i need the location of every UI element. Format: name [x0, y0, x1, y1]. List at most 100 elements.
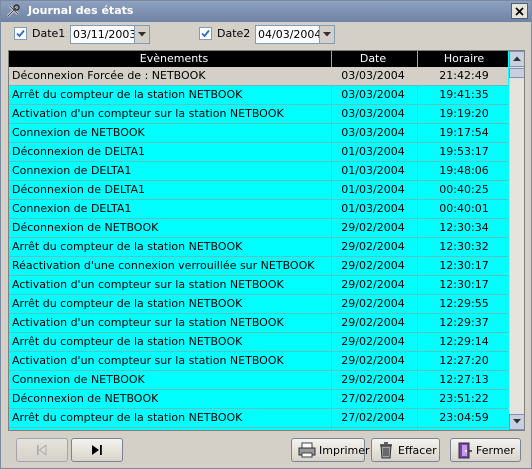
event-cell: Activation d'un compteur sur la station …	[12, 107, 284, 120]
table-row[interactable]: Connexion de NETBOOK 03/03/2004 19:17:54	[9, 124, 508, 143]
skip-last-icon	[92, 445, 102, 455]
event-cell: Déconnexion de NETBOOK	[12, 392, 159, 405]
column-header-date[interactable]: Date	[333, 52, 413, 65]
table-row[interactable]: Déconnexion de NETBOOK 27/02/2004 23:51:22	[9, 390, 508, 409]
date2-checkbox[interactable]	[199, 27, 212, 40]
event-cell: Activation d'un compteur sur la station …	[12, 354, 284, 367]
date-cell: 01/03/2004	[341, 183, 405, 196]
time-cell: 00:40:25	[439, 183, 489, 196]
date-cell: 01/03/2004	[341, 145, 405, 158]
time-cell: 12:29:14	[439, 335, 489, 348]
date-cell: 29/02/2004	[341, 297, 405, 310]
table-row[interactable]: Réactivation d'une connexion verrouillée…	[9, 257, 508, 276]
date-cell: 03/03/2004	[341, 126, 405, 139]
date-cell: 27/02/2004	[341, 411, 405, 424]
table-row[interactable]: Déconnexion de DELTA1 01/03/2004 00:40:25	[9, 181, 508, 200]
table-row[interactable]: Déconnexion Forcée de : NETBOOK 03/03/200…	[9, 67, 508, 86]
table-row[interactable]: Arrêt du compteur de la station NETBOOK 2…	[9, 333, 508, 352]
table-row[interactable]: Connexion de DELTA1 01/03/2004 19:48:06	[9, 162, 508, 181]
event-cell: Déconnexion de DELTA1	[12, 183, 145, 196]
time-cell: 19:53:17	[439, 145, 489, 158]
chevron-down-icon	[138, 32, 146, 37]
time-cell: 00:40:01	[439, 202, 489, 215]
event-cell: Activation d'un compteur sur la station …	[12, 316, 284, 329]
date-cell: 01/03/2004	[341, 164, 405, 177]
column-header-time[interactable]: Horaire	[424, 52, 504, 65]
table-row[interactable]: Connexion de DELTA1 01/03/2004 00:40:01	[9, 200, 508, 219]
skip-first-icon	[37, 445, 47, 455]
table-row[interactable]: Arrêt du compteur de la station NETBOOK 2…	[9, 238, 508, 257]
first-record-button[interactable]	[16, 438, 68, 462]
time-cell: 12:27:13	[439, 373, 489, 386]
time-cell: 23:51:22	[439, 392, 489, 405]
table-row[interactable]: Arrêt du compteur de la station NETBOOK 0…	[9, 86, 508, 105]
table-row[interactable]: Activation d'un compteur sur la station …	[9, 276, 508, 295]
last-record-button[interactable]	[71, 438, 123, 462]
event-cell: Arrêt du compteur de la station NETBOOK	[12, 335, 243, 348]
table-header: Evènements Date Horaire	[9, 51, 508, 67]
date-cell: 29/02/2004	[341, 221, 405, 234]
check-icon	[201, 29, 210, 38]
date2-picker[interactable]: 04/03/2004	[255, 25, 335, 44]
table-row[interactable]: Activation d'un compteur sur la station …	[9, 314, 508, 333]
printer-icon	[298, 442, 316, 458]
date1-label: Date1	[32, 27, 66, 40]
event-cell: Réactivation d'une connexion verrouillée…	[12, 259, 315, 272]
journal-window: Journal des états Date1 03/11/2003 Date2…	[0, 0, 532, 469]
table-row[interactable]: Connexion de NETBOOK 29/02/2004 12:27:13	[9, 371, 508, 390]
date1-dropdown-button[interactable]	[134, 26, 149, 43]
time-cell: 21:42:49	[439, 69, 489, 82]
time-cell: 12:30:17	[439, 278, 489, 291]
time-cell: 12:29:55	[439, 297, 489, 310]
title-bar: Journal des états	[1, 1, 531, 22]
table-row[interactable]: Déconnexion de DELTA1 01/03/2004 19:53:17	[9, 143, 508, 162]
event-cell: Activation d'un compteur sur la station …	[12, 278, 284, 291]
event-cell: Arrêt du compteur de la station NETBOOK	[12, 411, 243, 424]
date2-dropdown-button[interactable]	[319, 26, 334, 43]
table-row[interactable]: Arrêt du compteur de la station NETBOOK 2…	[9, 409, 508, 428]
scroll-thumb[interactable]	[509, 68, 524, 78]
event-cell: Déconnexion Forcée de : NETBOOK	[12, 69, 206, 82]
close-window-button[interactable]	[511, 3, 528, 19]
date-cell: 03/03/2004	[341, 107, 405, 120]
table-row[interactable]: Activation d'un compteur sur la station …	[9, 352, 508, 371]
table-row[interactable]: Activation d'un compteur sur la station …	[9, 105, 508, 124]
event-cell: Déconnexion de DELTA1	[12, 145, 145, 158]
event-cell: Connexion de NETBOOK	[12, 126, 145, 139]
time-cell: 12:30:17	[439, 259, 489, 272]
time-cell: 12:29:37	[439, 316, 489, 329]
event-cell: Déconnexion de NETBOOK	[12, 221, 159, 234]
time-cell: 19:17:54	[439, 126, 489, 139]
table-row[interactable]: Arrêt du compteur de la station NETBOOK 2…	[9, 295, 508, 314]
date-cell: 29/02/2004	[341, 335, 405, 348]
close-button[interactable]: Fermer	[450, 438, 521, 462]
print-label: Imprimer	[319, 444, 370, 457]
door-exit-icon	[458, 442, 472, 459]
event-cell: Arrêt du compteur de la station NETBOOK	[12, 88, 243, 101]
print-button[interactable]: Imprimer	[291, 438, 370, 462]
date-cell: 27/02/2004	[341, 392, 405, 405]
chevron-down-icon	[323, 32, 331, 37]
date1-value: 03/11/2003	[73, 28, 137, 41]
table-row[interactable]: Déconnexion de NETBOOK 29/02/2004 12:30:34	[9, 219, 508, 238]
clear-button[interactable]: Effacer	[371, 438, 440, 462]
tools-icon	[7, 4, 20, 17]
chevron-up-icon	[513, 56, 521, 61]
column-header-events[interactable]: Evènements	[9, 52, 339, 65]
time-cell: 19:48:06	[439, 164, 489, 177]
time-cell: 12:30:32	[439, 240, 489, 253]
date-cell: 29/02/2004	[341, 316, 405, 329]
event-cell: Arrêt du compteur de la station NETBOOK	[12, 240, 243, 253]
date2-label: Date2	[217, 27, 251, 40]
window-title: Journal des états	[28, 4, 134, 17]
event-cell: Arrêt du compteur de la station NETBOOK	[12, 297, 243, 310]
scroll-down-button[interactable]	[509, 414, 524, 430]
close-icon	[515, 7, 524, 16]
event-cell: Connexion de NETBOOK	[12, 373, 145, 386]
date1-picker[interactable]: 03/11/2003	[70, 25, 150, 44]
date-cell: 03/03/2004	[341, 88, 405, 101]
date1-checkbox[interactable]	[14, 27, 27, 40]
scroll-up-button[interactable]	[509, 51, 524, 67]
vertical-scrollbar[interactable]	[509, 51, 524, 430]
close-label: Fermer	[476, 444, 515, 457]
